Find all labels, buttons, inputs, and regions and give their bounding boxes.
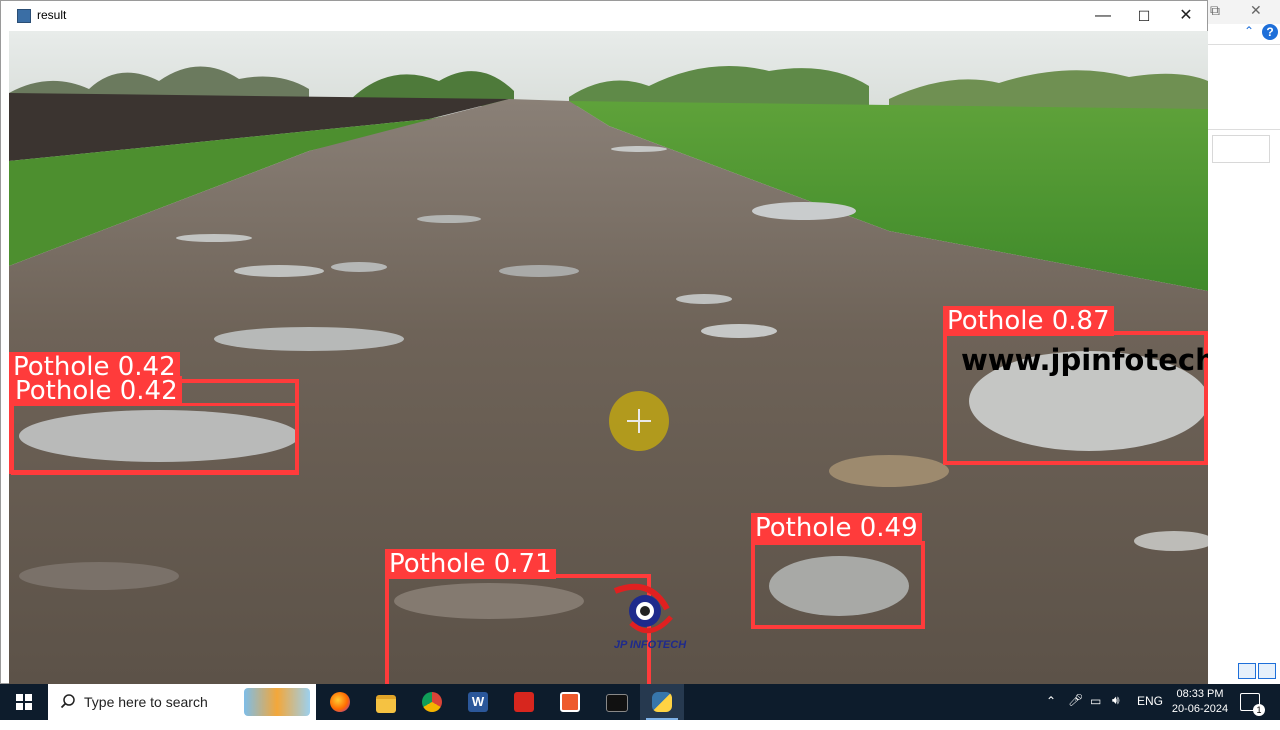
windows-logo-tile — [16, 703, 23, 710]
restore-icon[interactable]: ⧉ — [1210, 2, 1220, 19]
language-indicator[interactable]: ENG — [1137, 694, 1163, 730]
background-panel-field[interactable] — [1212, 135, 1270, 163]
windows-logo-tile — [25, 694, 32, 701]
detection-box-2 — [11, 403, 299, 475]
detection-image: Pothole 0.42 Pothole 0.42 Pothole 0.87 P… — [9, 31, 1208, 684]
search-icon — [60, 694, 75, 709]
app-c-icon — [560, 692, 580, 712]
watermark-url: www.jpinfotech.org — [961, 343, 1208, 377]
pdf-icon — [514, 692, 534, 712]
background-toolbar-strip — [1208, 44, 1280, 130]
clock-date: 20-06-2024 — [1171, 703, 1229, 715]
result-window: result — ☐ ✕ Pothole 0.42 Pothole 0.42 P… — [0, 0, 1208, 684]
minimize-button[interactable]: — — [1081, 1, 1125, 31]
close-icon[interactable]: ✕ — [1250, 2, 1262, 19]
firefox-taskbar-button[interactable] — [318, 684, 362, 720]
tiles-view-icon[interactable] — [1258, 663, 1276, 679]
search-placeholder: Type here to search — [84, 694, 208, 710]
window-titlebar[interactable]: result — ☐ ✕ — [1, 1, 1207, 31]
cursor-highlight-icon — [609, 391, 669, 451]
chrome-taskbar-button[interactable] — [410, 684, 454, 720]
network-icon[interactable]: ▭ — [1090, 694, 1101, 730]
acrobat-taskbar-button[interactable] — [502, 684, 546, 720]
chevron-up-icon[interactable]: ⌃ — [1244, 24, 1254, 38]
terminal-taskbar-button[interactable] — [594, 684, 638, 720]
help-icon[interactable]: ? — [1262, 24, 1278, 40]
detection-label-2: Pothole 0.42 — [11, 376, 182, 406]
window-title: result — [37, 8, 67, 22]
taskbar: Type here to search W ⌃ 🎤︎ ▭ 🔊︎ ENG 08:3… — [0, 684, 1280, 720]
clock-time: 08:33 PM — [1176, 688, 1224, 700]
logo-text: JP INFOTECH — [613, 639, 687, 651]
view-mode-icons[interactable] — [1238, 663, 1278, 681]
system-clock[interactable]: 08:33 PM 20-06-2024 — [1168, 687, 1232, 717]
notification-center-icon[interactable]: 1 — [1240, 693, 1265, 716]
detection-label-4: Pothole 0.49 — [751, 513, 922, 543]
detection-box-4 — [751, 541, 925, 629]
details-view-icon[interactable] — [1238, 663, 1256, 679]
show-hidden-icons-icon[interactable]: ⌃ — [1046, 694, 1056, 730]
terminal-icon — [606, 694, 628, 712]
folder-icon — [376, 695, 396, 713]
python-taskbar-button[interactable] — [640, 684, 684, 720]
app-c-taskbar-button[interactable] — [548, 684, 592, 720]
close-button[interactable]: ✕ — [1164, 1, 1208, 31]
logo-emblem-icon — [613, 583, 673, 634]
windows-logo-icon — [16, 694, 23, 701]
windows-logo-tile — [25, 703, 32, 710]
detection-label-5: Pothole 0.71 — [385, 549, 556, 579]
jp-infotech-logo: JP INFOTECH — [595, 583, 705, 653]
microphone-icon[interactable]: 🎤︎ — [1068, 693, 1083, 729]
word-taskbar-button[interactable]: W — [456, 684, 500, 720]
chrome-icon — [422, 692, 442, 712]
detection-label-3: Pothole 0.87 — [943, 306, 1114, 336]
start-button[interactable] — [0, 684, 48, 720]
volume-icon[interactable]: 🔊︎ — [1112, 693, 1120, 729]
maximize-button[interactable]: ☐ — [1122, 1, 1166, 31]
python-icon — [652, 692, 672, 712]
window-app-icon — [17, 9, 31, 23]
taskbar-search-box[interactable]: Type here to search — [48, 684, 316, 720]
search-highlight-image — [244, 688, 310, 716]
firefox-icon — [330, 692, 350, 712]
notification-count-badge: 1 — [1253, 704, 1265, 716]
file-explorer-taskbar-button[interactable] — [364, 684, 408, 720]
word-icon: W — [468, 692, 488, 712]
